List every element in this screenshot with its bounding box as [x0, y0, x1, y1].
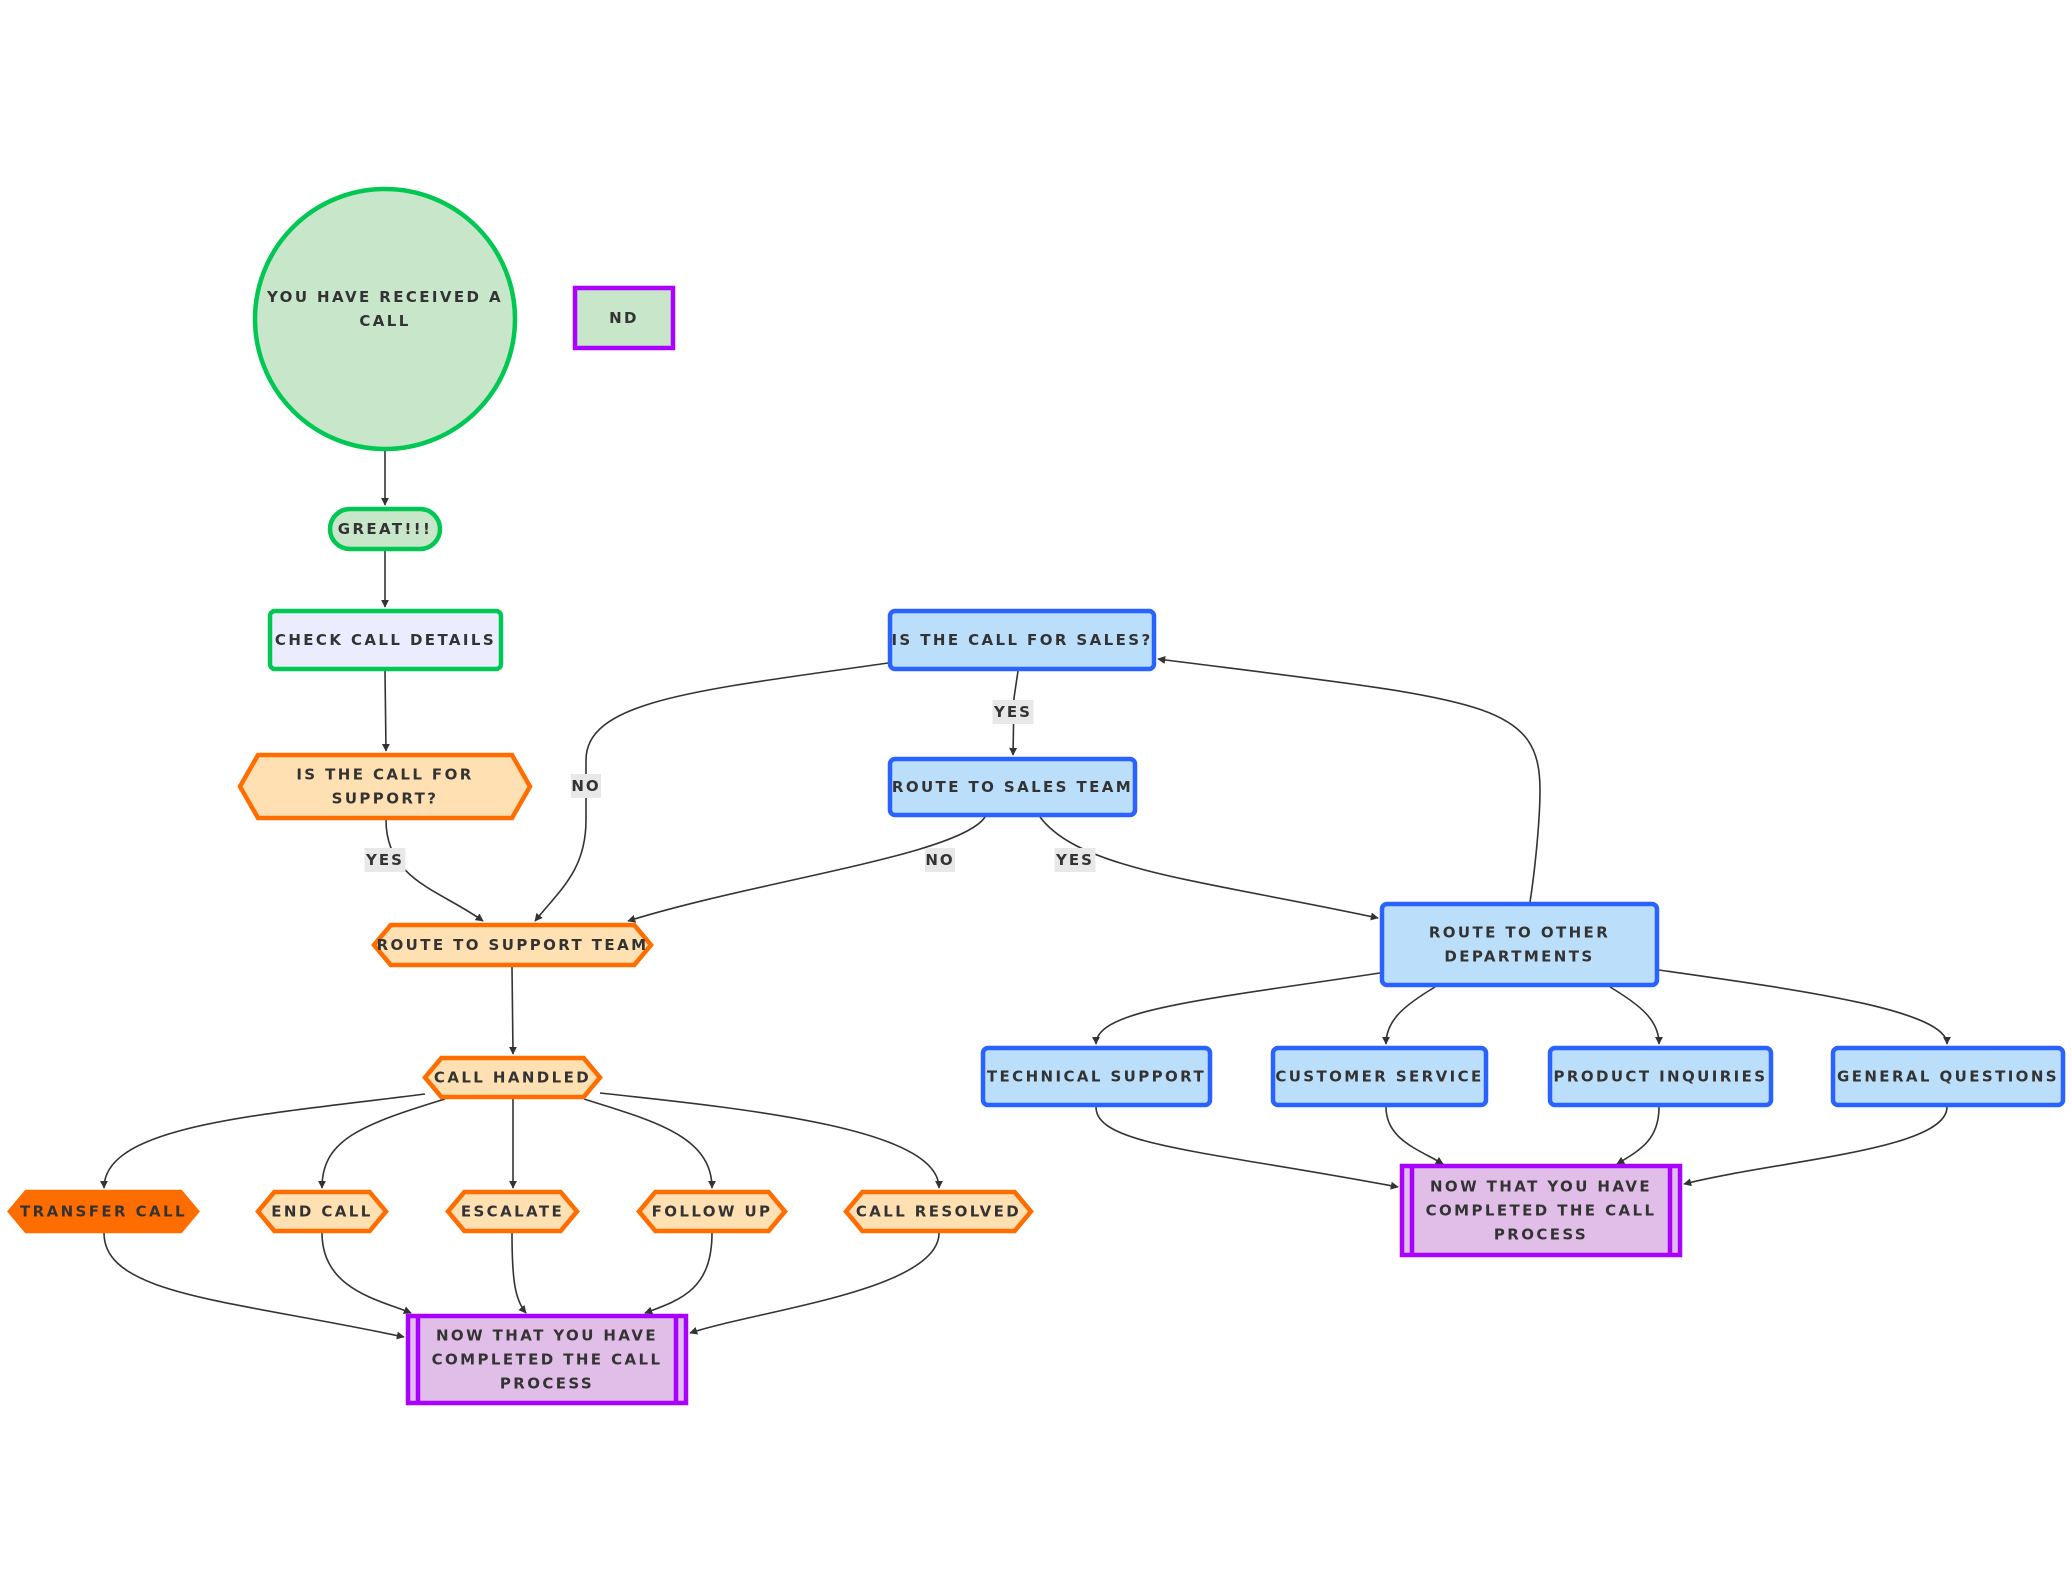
edge-general-to-end_right	[1683, 1106, 1948, 1187]
node-handled[interactable]: CALL HANDLED	[422, 1055, 603, 1100]
node-label-line: PROCESS	[1494, 1226, 1588, 1244]
node-label-line: COMPLETED THE CALL	[1426, 1202, 1657, 1220]
edge-label-text: YES	[993, 703, 1032, 721]
edge-route_other-to-customer	[1382, 986, 1436, 1045]
edge-route_other-to-general	[1658, 969, 1951, 1045]
edge-label: YES	[1054, 848, 1096, 872]
edge-escalate-to-end_left	[511, 1232, 527, 1314]
edge-handled-to-follow_up	[583, 1098, 716, 1189]
node-label-line: PROCESS	[500, 1375, 594, 1393]
node-label-line: CALL HANDLED	[434, 1069, 591, 1087]
node-label-line: CALL	[359, 312, 410, 330]
edge-end_call-to-end_left	[321, 1232, 412, 1314]
node-tech[interactable]: TECHNICAL SUPPORT	[980, 1045, 1213, 1108]
edge-label-text: YES	[1055, 851, 1094, 869]
node-end-right[interactable]: NOW THAT YOU HAVE COMPLETED THE CALL PROCE…	[1399, 1163, 1683, 1258]
node-label-line: ROUTE TO SUPPORT TEAM	[377, 936, 649, 954]
edge-label: YES	[992, 700, 1034, 724]
node-general[interactable]: GENERAL QUESTIONS	[1830, 1045, 2066, 1108]
node-label-line: SUPPORT?	[332, 790, 439, 808]
node-route-support[interactable]: ROUTE TO SUPPORT TEAM	[371, 922, 654, 968]
node-label-line: NOW THAT YOU HAVE	[436, 1327, 658, 1345]
edge-route_other-to-sales_q	[1157, 655, 1541, 903]
node-label-line: CHECK CALL DETAILS	[275, 631, 496, 649]
edge-tech-to-end_right	[1095, 1106, 1399, 1190]
node-great[interactable]: GREAT!!!	[327, 506, 443, 552]
edge-product-to-end_right	[1616, 1106, 1660, 1165]
edge-label-text: YES	[365, 851, 404, 869]
node-check[interactable]: CHECK CALL DETAILS	[267, 608, 504, 672]
node-customer[interactable]: CUSTOMER SERVICE	[1270, 1045, 1489, 1108]
node-label-line: FOLLOW UP	[652, 1203, 773, 1221]
node-label-line: IS THE CALL FOR	[296, 766, 473, 784]
edge-transfer-to-end_left	[103, 1232, 405, 1340]
node-follow-up[interactable]: FOLLOW UP	[636, 1189, 788, 1234]
edge-handled-to-end_call	[318, 1098, 446, 1189]
edge-route_other-to-product	[1609, 986, 1663, 1045]
edge-follow_up-to-end_left	[644, 1232, 713, 1315]
edge-check-to-support_q	[381, 670, 390, 752]
edge-route_other-to-tech	[1092, 972, 1381, 1045]
node-label-line: CUSTOMER SERVICE	[1275, 1068, 1483, 1086]
node-route-other[interactable]: ROUTE TO OTHER DEPARTMENTS	[1379, 901, 1660, 988]
node-label-line: YOU HAVE RECEIVED A	[266, 288, 503, 306]
node-label-line: CALL RESOLVED	[856, 1203, 1021, 1221]
node-product[interactable]: PRODUCT INQUIRIES	[1547, 1045, 1774, 1108]
node-shape-rounded-rect	[1379, 901, 1660, 988]
node-label-line: ROUTE TO OTHER	[1429, 924, 1610, 942]
edge-label-text: NO	[925, 851, 954, 869]
node-label-line: DEPARTMENTS	[1444, 948, 1594, 966]
node-start[interactable]: YOU HAVE RECEIVED A CALL	[252, 186, 518, 452]
edge-label-text: NO	[571, 777, 600, 795]
node-route-sales[interactable]: ROUTE TO SALES TEAM	[887, 756, 1138, 818]
node-end-left[interactable]: NOW THAT YOU HAVE COMPLETED THE CALL PROCE…	[405, 1313, 689, 1406]
node-label-line: ESCALATE	[461, 1203, 564, 1221]
node-resolved[interactable]: CALL RESOLVED	[843, 1189, 1034, 1234]
flowchart-canvas: YOU HAVE RECEIVED A CALL ND GREAT!!! CHECK C…	[7, 186, 2066, 1406]
node-label-line: GENERAL QUESTIONS	[1837, 1068, 2059, 1086]
node-shape-hexagon	[237, 752, 533, 821]
node-label-line: TECHNICAL SUPPORT	[987, 1068, 1206, 1086]
edge-handled-to-resolved	[599, 1092, 943, 1189]
node-support-q[interactable]: IS THE CALL FOR SUPPORT?	[237, 752, 533, 821]
node-label-line: GREAT!!!	[338, 520, 433, 538]
edge-route_support-to-handled	[508, 966, 517, 1055]
node-label-line: COMPLETED THE CALL	[432, 1351, 663, 1369]
edge-label: NO	[571, 774, 601, 798]
edge-customer-to-end_right	[1385, 1106, 1444, 1165]
node-label-line: ROUTE TO SALES TEAM	[892, 778, 1133, 796]
node-end-call[interactable]: END CALL	[255, 1189, 389, 1234]
node-label-line: ND	[609, 309, 639, 327]
node-nd[interactable]: ND	[572, 285, 676, 351]
node-label-line: TRANSFER CALL	[20, 1203, 187, 1221]
edge-label: YES	[364, 848, 406, 872]
node-escalate[interactable]: ESCALATE	[445, 1189, 580, 1234]
edge-resolved-to-end_left	[689, 1232, 940, 1335]
node-label-line: END CALL	[271, 1203, 372, 1221]
node-sales-q[interactable]: IS THE CALL FOR SALES?	[887, 608, 1157, 672]
node-transfer[interactable]: TRANSFER CALL	[7, 1189, 200, 1234]
node-label-line: PRODUCT INQUIRIES	[1553, 1068, 1767, 1086]
node-label-line: IS THE CALL FOR SALES?	[891, 631, 1152, 649]
edge-label: NO	[925, 848, 955, 872]
edge-handled-to-transfer	[100, 1093, 426, 1189]
node-label-line: NOW THAT YOU HAVE	[1430, 1178, 1652, 1196]
